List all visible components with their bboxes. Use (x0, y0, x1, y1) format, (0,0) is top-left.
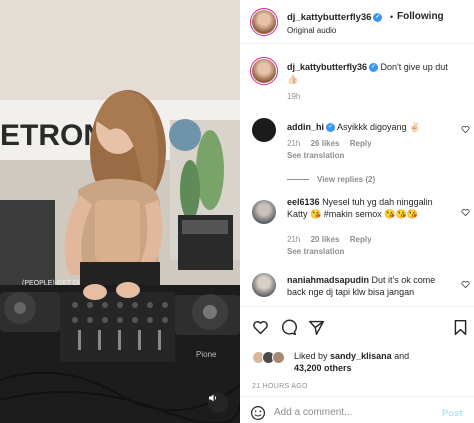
comment-text-block: eel6136 Nyesel tuh yg dah ninggalin Katt… (287, 196, 447, 220)
caption-username[interactable]: dj_kattybutterfly36 (287, 62, 367, 72)
verified-icon: ✓ (326, 123, 336, 133)
liker-username[interactable]: sandy_klisana (330, 351, 392, 361)
bookmark-icon[interactable] (452, 319, 469, 336)
see-translation-link[interactable]: See translation (287, 247, 344, 256)
comment-likes[interactable]: 20 likes (311, 235, 340, 244)
share-icon[interactable] (308, 319, 325, 336)
likes-count[interactable]: 43,200 others (294, 363, 352, 373)
post-timestamp[interactable]: 21 HOURS AGO (252, 383, 308, 390)
comment-text-block: naniahmadsapudin Dut it's ok come back n… (287, 274, 455, 298)
dj-video-frame: ETRON (PEOPLE) GET DISCO Pione (0, 0, 240, 423)
caption-text-block: dj_kattybutterfly36 ✓ Don't give up dut 👍… (287, 61, 459, 85)
author-username-text[interactable]: dj_kattybutterfly36 (287, 12, 371, 23)
comment-text: Asyikkk digoyang (337, 122, 407, 132)
heart-icon[interactable] (461, 280, 470, 289)
caption-emoji: 👍🏻 (287, 74, 299, 84)
reply-button[interactable]: Reply (350, 235, 372, 244)
heart-icon[interactable] (461, 208, 470, 217)
caption-avatar[interactable] (250, 57, 278, 85)
likes-and: and (394, 351, 410, 361)
caption-time: 19h (287, 92, 301, 101)
commenter-avatar[interactable] (252, 200, 276, 224)
comment-meta: 21h 26 likes Reply (287, 139, 372, 148)
heart-icon[interactable] (252, 319, 269, 336)
post-header: dj_kattybutterfly36 ✓ • Following Origina… (240, 0, 474, 44)
post-side-panel: dj_kattybutterfly36 ✓ • Following Origina… (240, 0, 474, 423)
comment-composer: Post (240, 396, 474, 423)
mute-icon (209, 394, 217, 402)
comment-likes[interactable]: 26 likes (311, 139, 340, 148)
comment-username[interactable]: eel6136 (287, 197, 320, 207)
heart-icon[interactable] (461, 125, 470, 134)
comment-username[interactable]: addin_hi (287, 122, 324, 132)
divider-line (287, 179, 309, 181)
post-actions: Liked by sandy_klisana and 43,200 others… (240, 306, 474, 423)
comment-icon[interactable] (280, 319, 297, 336)
verified-icon: ✓ (369, 63, 379, 73)
author-username[interactable]: dj_kattybutterfly36 ✓ (287, 12, 383, 23)
view-replies-label[interactable]: View replies (2) (317, 175, 375, 184)
comment-username[interactable]: naniahmadsapudin (287, 275, 369, 285)
reply-button[interactable]: Reply (350, 139, 372, 148)
view-replies-button[interactable]: View replies (2) (287, 175, 375, 184)
author-avatar[interactable] (250, 8, 278, 36)
caption-text: Don't give up dut (380, 62, 448, 72)
comment-emoji: ✌🏻 (409, 122, 421, 132)
commenter-avatar[interactable] (252, 273, 276, 297)
likes-summary: Liked by sandy_klisana and 43,200 others (294, 350, 464, 374)
commenter-avatar[interactable] (252, 118, 276, 142)
verified-icon: ✓ (373, 12, 383, 22)
emoji-icon[interactable] (250, 405, 266, 421)
comment-hashtag[interactable]: 😘 #makin semox 😘😘😘 (310, 209, 418, 219)
see-translation-link[interactable]: See translation (287, 151, 344, 160)
mute-button[interactable] (208, 393, 228, 413)
comment-input[interactable] (274, 407, 424, 418)
wall-sign-text: ETRON (0, 119, 105, 152)
comment-time: 21h (287, 139, 301, 148)
post-button[interactable]: Post (442, 408, 463, 419)
separator-dot: • (390, 12, 394, 22)
comment-text-block: addin_hi ✓ Asyikkk digoyang ✌🏻 (287, 121, 459, 133)
following-button[interactable]: Following (397, 11, 444, 22)
comment-time: 21h (287, 235, 301, 244)
audio-link[interactable]: Original audio (287, 26, 336, 35)
liker-avatar[interactable] (272, 351, 285, 364)
deck-brand-text: Pione (196, 350, 217, 359)
liked-by-prefix: Liked by (294, 351, 328, 361)
post-media[interactable]: ETRON (PEOPLE) GET DISCO Pione (0, 0, 240, 423)
comment-meta: 21h 20 likes Reply (287, 235, 372, 244)
